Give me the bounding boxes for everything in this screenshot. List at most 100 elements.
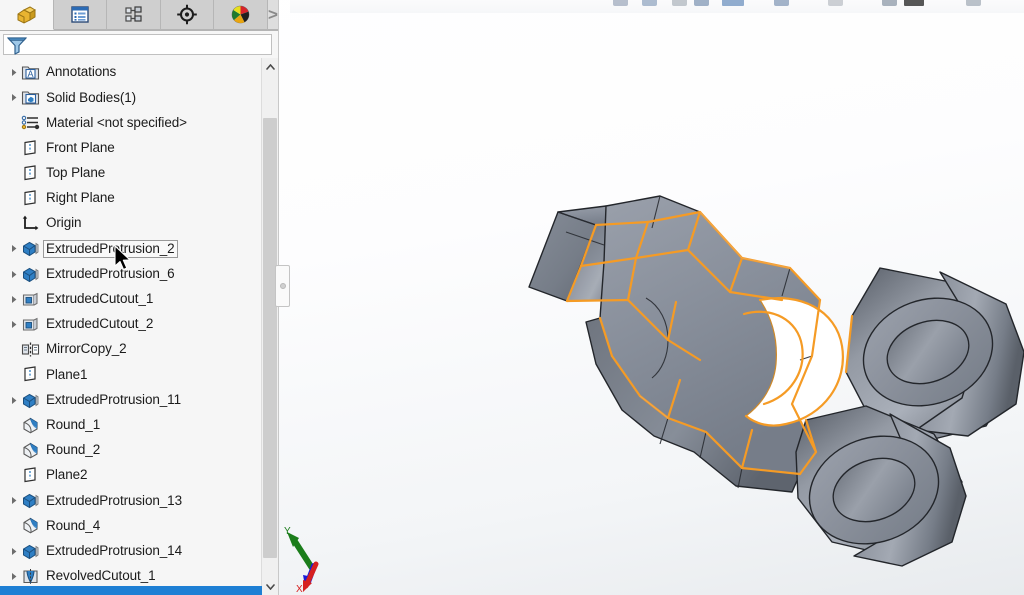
origin-icon (21, 214, 43, 233)
tree-item-top-plane[interactable]: Top Plane (0, 161, 261, 186)
expand-arrow-icon (10, 244, 18, 253)
extruded-cut-icon (21, 315, 40, 334)
tree-item-solid-bodies-1[interactable]: Solid Bodies(1) (0, 85, 261, 110)
expand-arrow[interactable] (6, 244, 21, 253)
tree-item-label: Top Plane (43, 164, 108, 183)
plane-icon (21, 365, 40, 384)
tree-item-extrudedcutout-1[interactable]: ExtrudedCutout_1 (0, 287, 261, 312)
solid-bodies-folder-icon (21, 88, 43, 107)
tree-item-right-plane[interactable]: Right Plane (0, 186, 261, 211)
extruded-boss-icon (21, 542, 43, 561)
solid-bodies-folder-icon (21, 88, 40, 107)
tree-item-material-not-specified[interactable]: Material <not specified> (0, 110, 261, 135)
tree-bottom-status-bar (0, 586, 262, 595)
tree-item-label: ExtrudedProtrusion_2 (43, 240, 178, 259)
tree-item-extrudedcutout-2[interactable]: ExtrudedCutout_2 (0, 312, 261, 337)
expand-arrow[interactable] (6, 270, 21, 279)
scroll-up-button[interactable] (262, 58, 278, 75)
tab-feature-manager[interactable] (0, 0, 54, 30)
solidworks-window: Y X (0, 0, 1024, 595)
plane-icon (21, 365, 43, 384)
tab-dimxpert-manager[interactable] (161, 0, 215, 30)
tree-item-extrudedprotrusion-14[interactable]: ExtrudedProtrusion_14 (0, 539, 261, 564)
fillet-round-icon (21, 441, 43, 460)
extruded-boss-icon (21, 265, 43, 284)
expand-arrow-icon (10, 68, 18, 77)
expand-arrow-icon (10, 93, 18, 102)
tree-item-label: RevolvedCutout_1 (43, 567, 158, 586)
splitter-grip-dot (280, 283, 286, 289)
scroll-thumb[interactable] (263, 118, 277, 558)
expand-arrow[interactable] (6, 572, 21, 581)
expand-arrow[interactable] (6, 93, 21, 102)
tree-filter-bar (0, 31, 278, 58)
tree-item-round-2[interactable]: Round_2 (0, 438, 261, 463)
tree-item-label: Round_4 (43, 517, 103, 536)
tree-item-annotations[interactable]: AAnnotations (0, 60, 261, 85)
dimxpert-crosshair-icon (176, 4, 198, 25)
coordinate-triad: Y X (278, 522, 340, 594)
tree-item-extrudedprotrusion-11[interactable]: ExtrudedProtrusion_11 (0, 387, 261, 412)
manager-tab-strip: > (0, 0, 278, 31)
plane-icon (21, 139, 43, 158)
filter-input[interactable] (29, 36, 271, 54)
tree-item-round-1[interactable]: Round_1 (0, 413, 261, 438)
annotations-folder-icon: A (21, 63, 40, 82)
expand-arrow[interactable] (6, 547, 21, 556)
tree-item-label: ExtrudedProtrusion_11 (43, 391, 184, 410)
plane-icon (21, 189, 40, 208)
tree-scroll-area: AAnnotations Solid Bodies(1) Material <not… (0, 58, 278, 595)
tree-item-label: Origin (43, 214, 84, 233)
extruded-cut-icon (21, 315, 43, 334)
tree-item-extrudedprotrusion-13[interactable]: ExtrudedProtrusion_13 (0, 488, 261, 513)
filter-box[interactable] (3, 34, 272, 55)
feature-tree[interactable]: AAnnotations Solid Bodies(1) Material <not… (0, 58, 261, 595)
tree-item-label: Material <not specified> (43, 114, 190, 133)
triad-x-label: X (296, 584, 303, 594)
tree-vertical-scrollbar[interactable] (261, 58, 278, 595)
extruded-boss-icon (21, 542, 40, 561)
revolved-cut-icon (21, 567, 40, 586)
tree-item-label: ExtrudedProtrusion_6 (43, 265, 178, 284)
fillet-round-icon (21, 416, 40, 435)
expand-arrow-icon (10, 572, 18, 581)
tree-item-extrudedprotrusion-2[interactable]: ExtrudedProtrusion_2 (0, 236, 261, 261)
tree-item-plane2[interactable]: Plane2 (0, 463, 261, 488)
origin-icon (21, 214, 40, 233)
tree-item-round-4[interactable]: Round_4 (0, 513, 261, 538)
plane-icon (21, 139, 40, 158)
feature-manager-panel: > AAnnotations Solid Bodies(1) Material <n… (0, 0, 279, 595)
expand-arrow[interactable] (6, 496, 21, 505)
tab-overflow-button[interactable]: > (268, 0, 278, 30)
expand-arrow[interactable] (6, 396, 21, 405)
tree-item-mirrorcopy-2[interactable]: MirrorCopy_2 (0, 337, 261, 362)
extruded-cut-icon (21, 290, 40, 309)
tree-item-origin[interactable]: Origin (0, 211, 261, 236)
scroll-down-button[interactable] (262, 578, 278, 595)
tree-item-label: MirrorCopy_2 (43, 340, 130, 359)
expand-arrow[interactable] (6, 295, 21, 304)
panel-splitter-handle[interactable] (275, 265, 290, 307)
extruded-boss-icon (21, 491, 40, 510)
triad-y-axis: Y (284, 526, 312, 568)
plane-icon (21, 466, 40, 485)
tree-item-label: Plane1 (43, 366, 90, 385)
tree-item-extrudedprotrusion-6[interactable]: ExtrudedProtrusion_6 (0, 262, 261, 287)
expand-arrow-icon (10, 396, 18, 405)
fillet-round-icon (21, 441, 40, 460)
tree-item-plane1[interactable]: Plane1 (0, 362, 261, 387)
expand-arrow[interactable] (6, 68, 21, 77)
extruded-boss-icon (21, 491, 43, 510)
expand-arrow[interactable] (6, 320, 21, 329)
tree-item-label: Solid Bodies(1) (43, 89, 139, 108)
tab-configuration-manager[interactable] (107, 0, 161, 30)
tree-item-front-plane[interactable]: Front Plane (0, 136, 261, 161)
tree-item-label: Annotations (43, 63, 119, 82)
tree-item-label: Right Plane (43, 189, 118, 208)
tab-property-manager[interactable] (54, 0, 108, 30)
revolved-cut-icon (21, 567, 43, 586)
mirror-icon (21, 340, 43, 359)
tab-display-manager[interactable] (214, 0, 268, 30)
annotations-folder-icon: A (21, 63, 43, 82)
configuration-manager-icon (124, 5, 144, 24)
